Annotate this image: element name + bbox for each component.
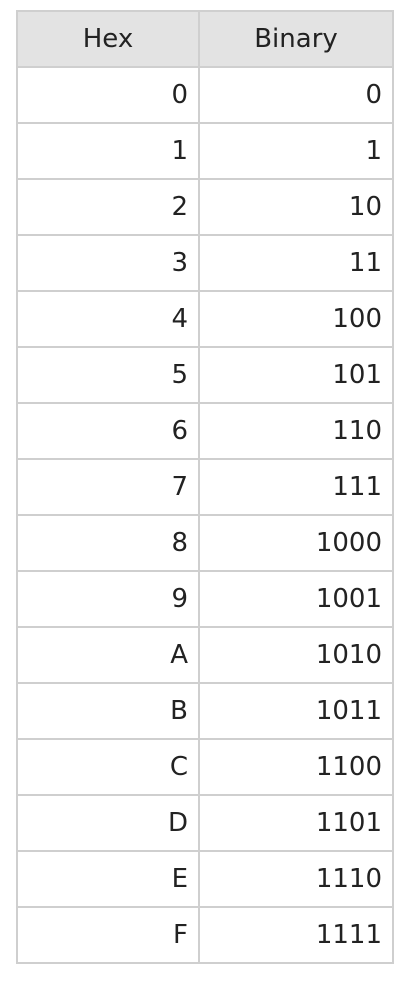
table-row: B 1011 bbox=[16, 682, 394, 740]
cell-binary: 101 bbox=[198, 346, 394, 404]
cell-hex: 2 bbox=[16, 178, 200, 236]
cell-hex: 5 bbox=[16, 346, 200, 404]
cell-hex: F bbox=[16, 906, 200, 964]
table-row: C 1100 bbox=[16, 738, 394, 796]
cell-binary: 1010 bbox=[198, 626, 394, 684]
table-row: 5 101 bbox=[16, 346, 394, 404]
hex-binary-table: Hex Binary 0 0 1 1 2 10 3 11 4 100 5 101 6 110 7 111 8 10… bbox=[16, 10, 394, 964]
header-binary: Binary bbox=[198, 10, 394, 68]
cell-binary: 110 bbox=[198, 402, 394, 460]
table-row: 3 11 bbox=[16, 234, 394, 292]
cell-hex: 8 bbox=[16, 514, 200, 572]
cell-binary: 100 bbox=[198, 290, 394, 348]
cell-binary: 1100 bbox=[198, 738, 394, 796]
cell-hex: 0 bbox=[16, 66, 200, 124]
table-row: 2 10 bbox=[16, 178, 394, 236]
cell-hex: 3 bbox=[16, 234, 200, 292]
cell-hex: 7 bbox=[16, 458, 200, 516]
table-row: 6 110 bbox=[16, 402, 394, 460]
cell-binary: 111 bbox=[198, 458, 394, 516]
table-row: F 1111 bbox=[16, 906, 394, 964]
cell-hex: 1 bbox=[16, 122, 200, 180]
cell-binary: 10 bbox=[198, 178, 394, 236]
cell-hex: 9 bbox=[16, 570, 200, 628]
cell-binary: 1001 bbox=[198, 570, 394, 628]
cell-binary: 1 bbox=[198, 122, 394, 180]
cell-hex: 4 bbox=[16, 290, 200, 348]
table-row: E 1110 bbox=[16, 850, 394, 908]
table-row: 4 100 bbox=[16, 290, 394, 348]
cell-hex: 6 bbox=[16, 402, 200, 460]
cell-hex: A bbox=[16, 626, 200, 684]
cell-binary: 0 bbox=[198, 66, 394, 124]
cell-binary: 1101 bbox=[198, 794, 394, 852]
table-row: 9 1001 bbox=[16, 570, 394, 628]
table-row: 8 1000 bbox=[16, 514, 394, 572]
cell-binary: 11 bbox=[198, 234, 394, 292]
cell-hex: E bbox=[16, 850, 200, 908]
table-row: 11 bbox=[16, 122, 394, 180]
cell-binary: 1111 bbox=[198, 906, 394, 964]
cell-binary: 1110 bbox=[198, 850, 394, 908]
cell-binary: 1011 bbox=[198, 682, 394, 740]
cell-hex: B bbox=[16, 682, 200, 740]
table-row: D 1101 bbox=[16, 794, 394, 852]
cell-hex: C bbox=[16, 738, 200, 796]
cell-binary: 1000 bbox=[198, 514, 394, 572]
cell-hex: D bbox=[16, 794, 200, 852]
table-row: A 1010 bbox=[16, 626, 394, 684]
header-row: Hex Binary bbox=[16, 10, 394, 68]
table-row: 00 bbox=[16, 66, 394, 124]
header-hex: Hex bbox=[16, 10, 200, 68]
table-row: 7 111 bbox=[16, 458, 394, 516]
